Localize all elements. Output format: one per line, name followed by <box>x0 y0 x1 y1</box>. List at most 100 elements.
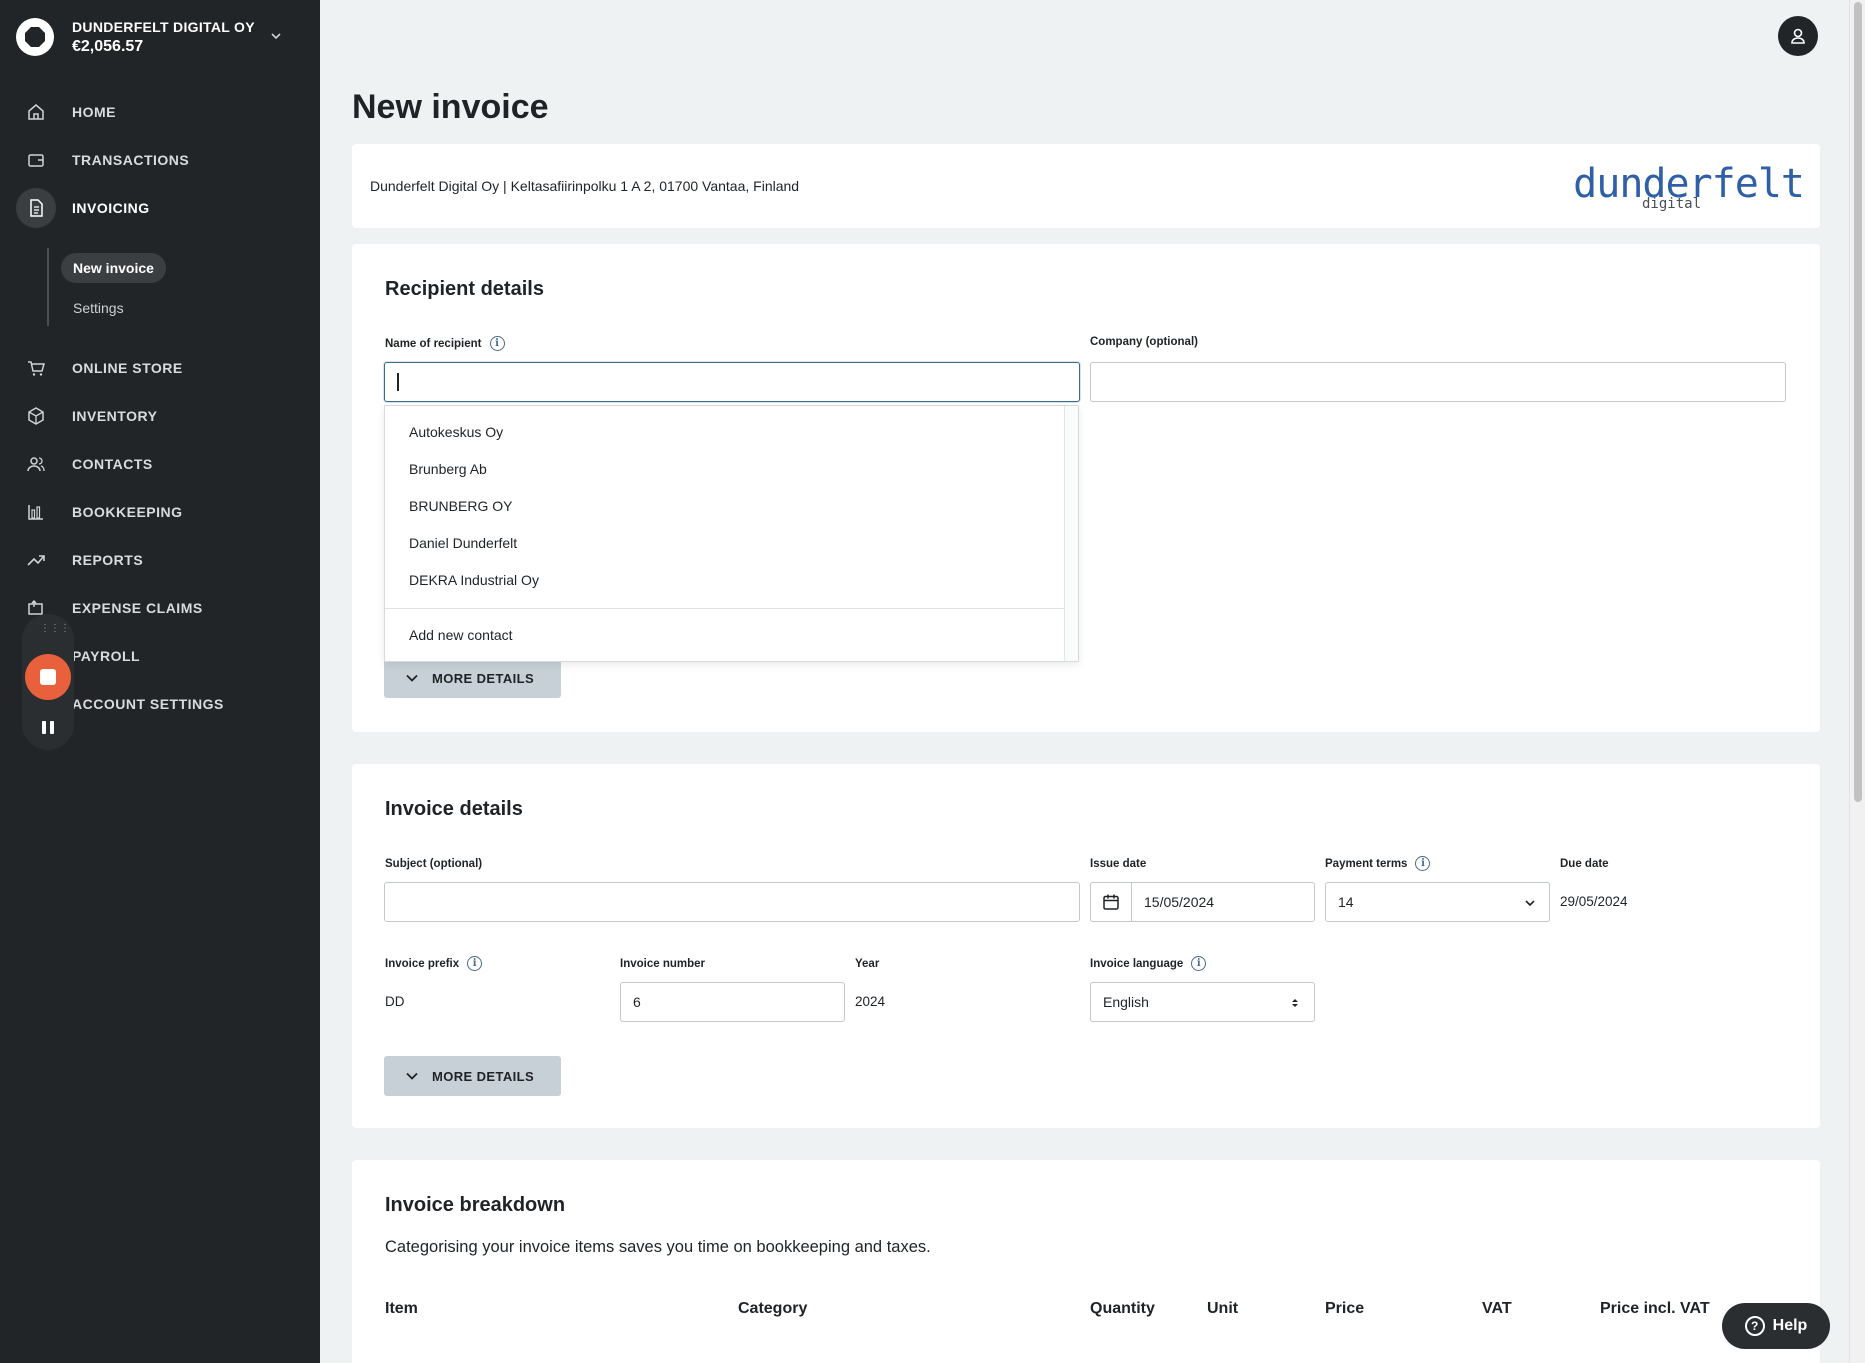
scrollbar-thumb[interactable] <box>1854 2 1862 802</box>
nav-contacts-label: CONTACTS <box>72 456 153 472</box>
nav-account-settings-label: ACCOUNT SETTINGS <box>72 696 224 712</box>
info-icon[interactable]: i <box>1415 856 1431 871</box>
brand-logo-sub: digital <box>1642 196 1702 212</box>
stop-recording-button[interactable] <box>25 654 71 700</box>
nav-online-store[interactable]: ONLINE STORE <box>16 348 304 388</box>
invoice-more-details-button[interactable]: MORE DETAILS <box>384 1056 561 1096</box>
column-header-price-incl-vat: Price incl. VAT <box>1600 1300 1710 1317</box>
help-button[interactable]: ? Help <box>1722 1303 1830 1349</box>
company-field-label: Company (optional) <box>1090 336 1198 348</box>
page-title: New invoice <box>352 88 549 126</box>
dropdown-divider <box>385 608 1065 609</box>
due-date-label-text: Due date <box>1560 858 1609 870</box>
home-icon <box>16 92 56 132</box>
column-header-item: Item <box>385 1300 418 1317</box>
recipient-more-details-button[interactable]: MORE DETAILS <box>384 658 561 698</box>
subnav-new-invoice[interactable]: New invoice <box>61 253 166 283</box>
payment-terms-label: Payment terms i <box>1325 856 1431 871</box>
sender-card: Dunderfelt Digital Oy | Keltasafiirinpol… <box>352 144 1820 228</box>
suggestion-item[interactable]: Autokeskus Oy <box>409 424 503 440</box>
nav-invoicing[interactable]: INVOICING <box>16 188 304 228</box>
company-switcher[interactable]: DUNDERFELT DIGITAL OY €2,056.57 <box>16 16 304 58</box>
drag-handle-icon[interactable]: ⋮⋮⋮ <box>40 624 70 634</box>
year-label: Year <box>855 958 879 970</box>
chevron-down-icon <box>1525 900 1535 907</box>
document-icon <box>16 188 56 228</box>
box-icon <box>16 396 56 436</box>
nav-bookkeeping-label: BOOKKEEPING <box>72 504 183 520</box>
wallet-icon <box>16 140 56 180</box>
nav-transactions[interactable]: TRANSACTIONS <box>16 140 304 180</box>
column-header-category: Category <box>738 1300 808 1317</box>
chevron-down-icon <box>406 674 418 682</box>
recipient-more-details-label: MORE DETAILS <box>432 670 535 686</box>
user-icon <box>1791 28 1805 44</box>
invoice-number-label: Invoice number <box>620 958 705 970</box>
issue-date-input[interactable]: 15/05/2024 <box>1090 882 1315 922</box>
nav-home[interactable]: HOME <box>16 92 304 132</box>
suggestion-item[interactable]: Daniel Dunderfelt <box>409 535 517 551</box>
invoice-details-card: Invoice details Subject (optional) Issue… <box>352 764 1820 1128</box>
year-label-text: Year <box>855 958 880 970</box>
breakdown-description: Categorising your invoice items saves yo… <box>385 1238 931 1256</box>
sidebar: DUNDERFELT DIGITAL OY €2,056.57 HOME TRA… <box>0 0 320 1363</box>
subject-label: Subject (optional) <box>385 858 482 870</box>
company-logo <box>16 18 54 56</box>
subnav-settings[interactable]: Settings <box>61 293 136 323</box>
subnav-rail <box>47 248 49 326</box>
invoice-more-details-label: MORE DETAILS <box>432 1068 535 1084</box>
nav-expense-claims-label: EXPENSE CLAIMS <box>72 600 203 616</box>
company-balance: €2,056.57 <box>72 38 144 55</box>
invoice-number-value: 6 <box>633 994 641 1010</box>
help-label: Help <box>1772 1317 1808 1334</box>
invoice-language-select[interactable]: English <box>1090 982 1315 1022</box>
trend-icon <box>16 540 56 580</box>
suggestion-item[interactable]: Brunberg Ab <box>409 461 487 477</box>
column-header-vat: VAT <box>1482 1300 1512 1317</box>
nav-online-store-label: ONLINE STORE <box>72 360 183 376</box>
recipient-name-input[interactable] <box>384 362 1080 402</box>
people-icon <box>16 444 56 484</box>
info-icon[interactable]: i <box>467 956 483 971</box>
info-icon[interactable]: i <box>1191 956 1207 971</box>
recipient-section-title: Recipient details <box>385 278 544 300</box>
issue-date-value: 15/05/2024 <box>1144 894 1215 910</box>
payment-terms-select[interactable]: 14 <box>1325 882 1550 922</box>
company-brand-logo: dunderfelt digital <box>1573 162 1805 212</box>
company-name: DUNDERFELT DIGITAL OY <box>72 19 255 35</box>
info-icon[interactable]: i <box>489 336 505 351</box>
column-header-unit: Unit <box>1207 1300 1239 1317</box>
page-scrollbar[interactable] <box>1849 0 1865 1363</box>
breakdown-section-title: Invoice breakdown <box>385 1194 566 1216</box>
column-header-quantity: Quantity <box>1090 1300 1155 1317</box>
calendar-icon[interactable] <box>1091 883 1132 921</box>
subject-input[interactable] <box>384 882 1080 922</box>
nav-reports[interactable]: REPORTS <box>16 540 304 580</box>
invoice-language-label: Invoice language i <box>1090 956 1207 971</box>
suggestion-item[interactable]: DEKRA Industrial Oy <box>409 572 539 588</box>
dropdown-scrollbar[interactable] <box>1064 406 1078 661</box>
user-avatar[interactable] <box>1778 16 1818 56</box>
chevron-down-icon <box>406 1072 418 1080</box>
pause-icon[interactable] <box>35 714 61 740</box>
cart-icon <box>16 348 56 388</box>
invoice-language-label-text: Invoice language <box>1090 957 1184 970</box>
invoice-number-label-text: Invoice number <box>620 958 705 970</box>
subject-label-text: Subject (optional) <box>385 858 483 870</box>
invoice-number-input[interactable]: 6 <box>620 982 845 1022</box>
suggestion-item[interactable]: BRUNBERG OY <box>409 498 512 514</box>
question-icon: ? <box>1744 1316 1765 1336</box>
updown-arrow-icon <box>1292 999 1298 1007</box>
invoice-language-value: English <box>1103 994 1149 1010</box>
chevron-down-icon[interactable] <box>268 28 284 44</box>
nav-contacts[interactable]: CONTACTS <box>16 444 304 484</box>
company-input[interactable] <box>1090 362 1786 402</box>
invoice-section-title: Invoice details <box>385 798 523 820</box>
add-new-contact-option[interactable]: Add new contact <box>409 627 513 643</box>
nav-inventory[interactable]: INVENTORY <box>16 396 304 436</box>
nav-bookkeeping[interactable]: BOOKKEEPING <box>16 492 304 532</box>
column-header-price: Price <box>1325 1300 1365 1317</box>
recipient-name-label-text: Name of recipient <box>385 337 482 350</box>
recipient-details-card: Recipient details Name of recipient i Co… <box>352 244 1820 732</box>
nav-inventory-label: INVENTORY <box>72 408 158 424</box>
